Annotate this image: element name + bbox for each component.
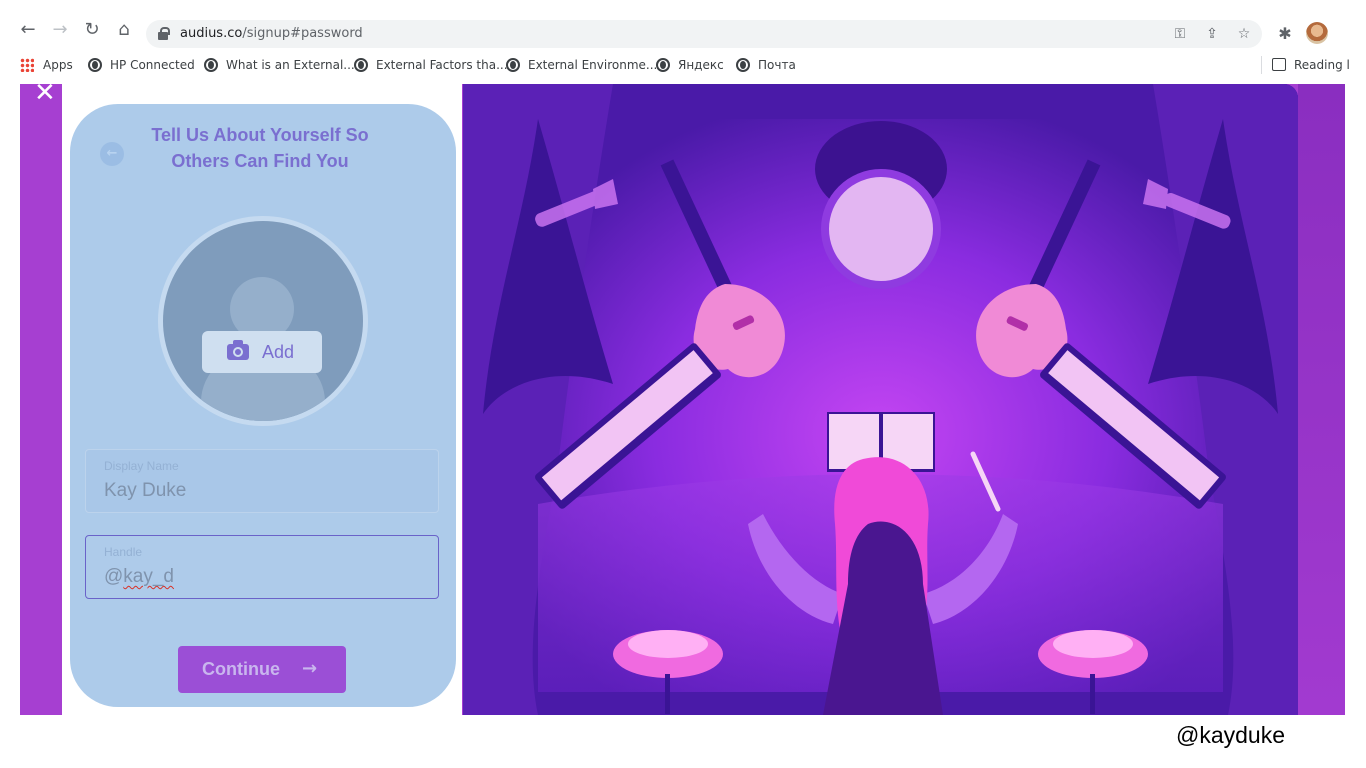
add-photo-button[interactable]: Add <box>202 331 322 373</box>
avatar-placeholder[interactable] <box>163 221 363 421</box>
bookmark-external-environment[interactable]: External Environme... <box>506 56 657 74</box>
reading-list-icon <box>1272 58 1286 71</box>
continue-label: Continue <box>202 659 280 679</box>
extensions-puzzle-icon[interactable]: ✱ <box>1275 24 1295 44</box>
bookmark-external-factors[interactable]: External Factors tha... <box>354 56 508 74</box>
bookmark-apps[interactable]: Apps <box>20 56 73 74</box>
home-icon[interactable]: ⌂ <box>112 18 136 42</box>
signup-card: ← Tell Us About Yourself So Others Can F… <box>70 104 456 707</box>
share-icon[interactable]: ⇪ <box>1202 24 1222 44</box>
page-title: Tell Us About Yourself So Others Can Fin… <box>130 122 390 174</box>
bookmark-label: Почта <box>758 58 796 72</box>
bookmark-label: External Factors tha... <box>376 58 508 72</box>
reading-list-label: Reading l <box>1294 58 1350 72</box>
display-name-field[interactable]: Display Name Kay Duke <box>85 449 439 513</box>
bookmark-what-is-external[interactable]: What is an External... <box>204 56 355 74</box>
url-path: /signup#password <box>242 26 363 41</box>
reload-icon[interactable]: ↻ <box>80 18 104 42</box>
profile-avatar[interactable] <box>1306 22 1328 44</box>
apps-grid-icon <box>20 57 34 72</box>
display-name-value[interactable]: Kay Duke <box>104 480 186 502</box>
bookmark-label: Яндекс <box>678 58 724 72</box>
bookmark-label: HP Connected <box>110 58 195 72</box>
key-icon[interactable]: ⚿ <box>1170 24 1190 44</box>
concert-illustration <box>463 84 1298 715</box>
bookmark-label: What is an External... <box>226 58 355 72</box>
camera-icon <box>227 340 249 360</box>
page-background-right <box>1298 84 1345 715</box>
reading-list-button[interactable]: Reading l <box>1272 56 1350 74</box>
handle-prefix: @ <box>104 566 124 587</box>
drum-head <box>829 177 933 281</box>
concert-illustration-svg <box>463 84 1298 715</box>
bookmarks-bar: Apps HP Connected What is an External...… <box>0 52 1366 78</box>
globe-icon <box>506 57 520 72</box>
bookmark-hp-connected[interactable]: HP Connected <box>88 56 195 74</box>
globe-icon <box>204 57 218 72</box>
globe-icon <box>736 57 750 72</box>
handle-value[interactable]: @kay_d <box>104 566 174 588</box>
add-photo-label: Add <box>262 342 295 362</box>
close-icon[interactable]: ✕ <box>34 84 56 106</box>
back-button[interactable]: ← <box>100 142 124 166</box>
url-host: audius.co <box>180 26 243 41</box>
globe-icon <box>354 57 368 72</box>
author-handle: @kayduke <box>1176 722 1286 748</box>
lock-icon[interactable] <box>158 27 170 40</box>
handle-label: Handle <box>104 545 143 559</box>
bookmarks-divider <box>1261 56 1262 74</box>
page-overlay: ✕ ← Tell Us About Yourself So Others Can… <box>20 84 1345 715</box>
handle-text: kay_d <box>123 566 174 587</box>
bookmark-label: External Environme... <box>528 58 658 72</box>
handle-field[interactable]: Handle @kay_d <box>85 535 439 599</box>
browser-toolbar: ← → ↻ ⌂ audius.co/signup#password ⚿ ⇪ ☆ … <box>0 0 1366 50</box>
display-name-label: Display Name <box>104 459 179 473</box>
forward-arrow-icon[interactable]: → <box>48 18 72 42</box>
title-line-2: Others Can Find You <box>171 151 349 171</box>
address-bar[interactable]: audius.co/signup#password ⚿ ⇪ ☆ <box>146 20 1262 48</box>
bookmark-label: Apps <box>43 58 73 72</box>
bookmark-pochta[interactable]: Почта <box>736 56 796 74</box>
title-line-1: Tell Us About Yourself So <box>151 125 369 145</box>
globe-icon <box>88 57 102 72</box>
bookmark-yandex[interactable]: Яндекс <box>656 56 724 74</box>
back-arrow-icon[interactable]: ← <box>16 18 40 42</box>
globe-icon <box>656 57 670 72</box>
url-text[interactable]: audius.co/signup#password <box>180 26 363 41</box>
arrow-right-icon: → <box>302 658 318 679</box>
bookmark-star-icon[interactable]: ☆ <box>1234 24 1254 44</box>
continue-button[interactable]: Continue → <box>178 646 346 693</box>
